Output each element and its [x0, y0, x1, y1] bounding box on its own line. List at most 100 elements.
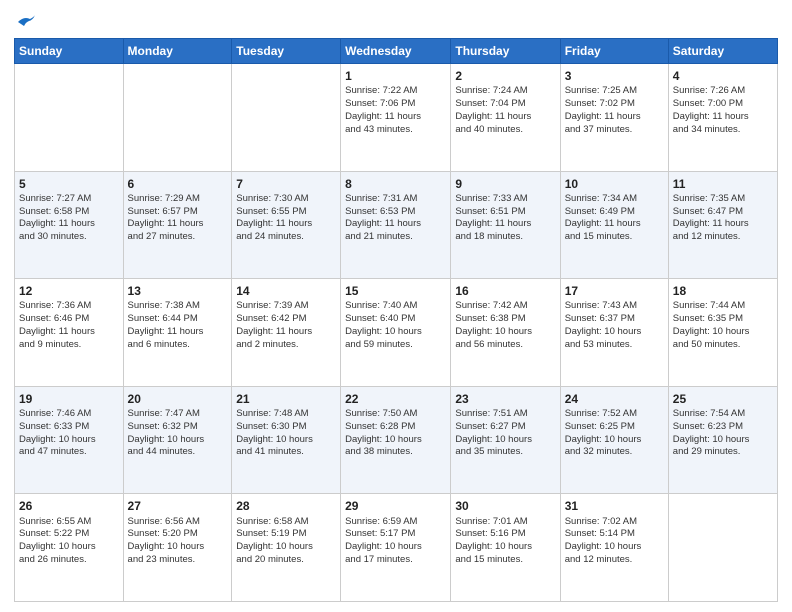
calendar-cell: 21Sunrise: 7:48 AMSunset: 6:30 PMDayligh…	[232, 386, 341, 494]
day-info: Sunrise: 7:34 AM	[565, 193, 664, 206]
day-info: and 12 minutes.	[673, 231, 773, 244]
day-info: Daylight: 10 hours	[673, 434, 773, 447]
day-number: 8	[345, 176, 446, 192]
week-row-4: 26Sunrise: 6:55 AMSunset: 5:22 PMDayligh…	[15, 494, 778, 602]
day-info: Daylight: 10 hours	[455, 326, 555, 339]
day-info: Daylight: 10 hours	[565, 326, 664, 339]
calendar-cell	[232, 64, 341, 172]
calendar-cell: 26Sunrise: 6:55 AMSunset: 5:22 PMDayligh…	[15, 494, 124, 602]
day-info: and 41 minutes.	[236, 446, 336, 459]
day-info: Sunrise: 7:46 AM	[19, 408, 119, 421]
day-info: Daylight: 11 hours	[565, 111, 664, 124]
day-info: Daylight: 11 hours	[19, 218, 119, 231]
day-number: 25	[673, 391, 773, 407]
day-info: Sunrise: 6:56 AM	[128, 516, 228, 529]
day-info: Daylight: 10 hours	[345, 541, 446, 554]
day-number: 6	[128, 176, 228, 192]
day-info: Daylight: 10 hours	[673, 326, 773, 339]
week-row-3: 19Sunrise: 7:46 AMSunset: 6:33 PMDayligh…	[15, 386, 778, 494]
day-info: Sunset: 6:51 PM	[455, 206, 555, 219]
day-number: 1	[345, 68, 446, 84]
day-info: Daylight: 11 hours	[565, 218, 664, 231]
calendar-cell: 16Sunrise: 7:42 AMSunset: 6:38 PMDayligh…	[451, 279, 560, 387]
weekday-header-saturday: Saturday	[668, 39, 777, 64]
day-number: 24	[565, 391, 664, 407]
calendar-cell: 12Sunrise: 7:36 AMSunset: 6:46 PMDayligh…	[15, 279, 124, 387]
day-info: Sunset: 5:17 PM	[345, 528, 446, 541]
day-number: 15	[345, 283, 446, 299]
day-info: Sunset: 6:44 PM	[128, 313, 228, 326]
day-number: 9	[455, 176, 555, 192]
day-info: Sunrise: 7:31 AM	[345, 193, 446, 206]
weekday-header-row: SundayMondayTuesdayWednesdayThursdayFrid…	[15, 39, 778, 64]
day-info: and 20 minutes.	[236, 554, 336, 567]
weekday-header-friday: Friday	[560, 39, 668, 64]
day-info: and 15 minutes.	[565, 231, 664, 244]
day-info: Sunset: 5:14 PM	[565, 528, 664, 541]
day-info: Sunrise: 7:51 AM	[455, 408, 555, 421]
day-info: Sunset: 7:04 PM	[455, 98, 555, 111]
calendar-cell: 25Sunrise: 7:54 AMSunset: 6:23 PMDayligh…	[668, 386, 777, 494]
day-number: 3	[565, 68, 664, 84]
day-info: Daylight: 11 hours	[455, 218, 555, 231]
day-info: Daylight: 10 hours	[236, 434, 336, 447]
day-info: and 6 minutes.	[128, 339, 228, 352]
logo-bird-icon	[16, 14, 36, 30]
day-info: and 43 minutes.	[345, 124, 446, 137]
calendar-cell: 5Sunrise: 7:27 AMSunset: 6:58 PMDaylight…	[15, 171, 124, 279]
day-number: 29	[345, 498, 446, 514]
calendar-cell: 29Sunrise: 6:59 AMSunset: 5:17 PMDayligh…	[341, 494, 451, 602]
day-number: 19	[19, 391, 119, 407]
day-number: 22	[345, 391, 446, 407]
day-info: Sunrise: 7:36 AM	[19, 300, 119, 313]
day-number: 12	[19, 283, 119, 299]
calendar-cell: 11Sunrise: 7:35 AMSunset: 6:47 PMDayligh…	[668, 171, 777, 279]
day-info: Sunset: 5:19 PM	[236, 528, 336, 541]
day-info: Sunset: 6:58 PM	[19, 206, 119, 219]
calendar-cell: 30Sunrise: 7:01 AMSunset: 5:16 PMDayligh…	[451, 494, 560, 602]
day-info: Sunset: 6:30 PM	[236, 421, 336, 434]
day-info: Daylight: 10 hours	[565, 434, 664, 447]
calendar-cell: 9Sunrise: 7:33 AMSunset: 6:51 PMDaylight…	[451, 171, 560, 279]
calendar-cell: 13Sunrise: 7:38 AMSunset: 6:44 PMDayligh…	[123, 279, 232, 387]
day-info: and 53 minutes.	[565, 339, 664, 352]
day-info: Sunset: 6:28 PM	[345, 421, 446, 434]
weekday-header-sunday: Sunday	[15, 39, 124, 64]
day-info: Sunset: 6:40 PM	[345, 313, 446, 326]
day-info: Sunset: 5:20 PM	[128, 528, 228, 541]
day-info: Sunrise: 7:42 AM	[455, 300, 555, 313]
calendar-cell: 28Sunrise: 6:58 AMSunset: 5:19 PMDayligh…	[232, 494, 341, 602]
calendar-cell: 18Sunrise: 7:44 AMSunset: 6:35 PMDayligh…	[668, 279, 777, 387]
day-info: Sunrise: 7:47 AM	[128, 408, 228, 421]
day-info: Sunset: 6:27 PM	[455, 421, 555, 434]
day-number: 7	[236, 176, 336, 192]
calendar-cell: 24Sunrise: 7:52 AMSunset: 6:25 PMDayligh…	[560, 386, 668, 494]
calendar-cell: 23Sunrise: 7:51 AMSunset: 6:27 PMDayligh…	[451, 386, 560, 494]
calendar-cell: 17Sunrise: 7:43 AMSunset: 6:37 PMDayligh…	[560, 279, 668, 387]
day-info: Sunrise: 7:40 AM	[345, 300, 446, 313]
calendar-cell: 8Sunrise: 7:31 AMSunset: 6:53 PMDaylight…	[341, 171, 451, 279]
day-info: Daylight: 11 hours	[455, 111, 555, 124]
day-info: Sunrise: 7:44 AM	[673, 300, 773, 313]
day-number: 30	[455, 498, 555, 514]
calendar-cell: 3Sunrise: 7:25 AMSunset: 7:02 PMDaylight…	[560, 64, 668, 172]
day-info: Daylight: 11 hours	[236, 326, 336, 339]
day-info: Sunset: 6:37 PM	[565, 313, 664, 326]
week-row-1: 5Sunrise: 7:27 AMSunset: 6:58 PMDaylight…	[15, 171, 778, 279]
day-info: Sunset: 6:46 PM	[19, 313, 119, 326]
day-info: Sunset: 5:16 PM	[455, 528, 555, 541]
day-info: Sunset: 6:42 PM	[236, 313, 336, 326]
day-number: 10	[565, 176, 664, 192]
day-info: Sunset: 6:23 PM	[673, 421, 773, 434]
day-info: and 2 minutes.	[236, 339, 336, 352]
day-info: Sunrise: 7:43 AM	[565, 300, 664, 313]
day-info: Sunrise: 7:02 AM	[565, 516, 664, 529]
day-info: Daylight: 10 hours	[236, 541, 336, 554]
week-row-0: 1Sunrise: 7:22 AMSunset: 7:06 PMDaylight…	[15, 64, 778, 172]
day-info: Sunrise: 6:58 AM	[236, 516, 336, 529]
day-info: and 21 minutes.	[345, 231, 446, 244]
day-info: Sunrise: 7:38 AM	[128, 300, 228, 313]
day-info: Sunset: 6:47 PM	[673, 206, 773, 219]
day-info: Sunrise: 7:50 AM	[345, 408, 446, 421]
day-info: Sunrise: 7:25 AM	[565, 85, 664, 98]
